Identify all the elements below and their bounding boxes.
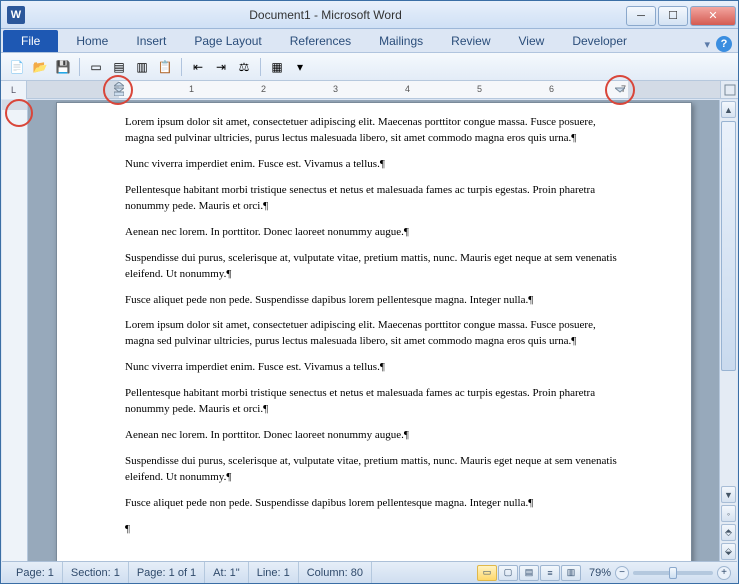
paragraph[interactable]: Pellentesque habitant morbi tristique se… bbox=[125, 386, 623, 418]
scroll-thumb[interactable] bbox=[721, 121, 736, 371]
status-column[interactable]: Column: 80 bbox=[299, 562, 372, 583]
tab-page-layout[interactable]: Page Layout bbox=[180, 30, 275, 52]
page[interactable]: Lorem ipsum dolor sit amet, consectetuer… bbox=[56, 102, 692, 561]
zoom-control: 79% − + bbox=[589, 566, 731, 580]
indent-marker-right[interactable] bbox=[615, 82, 625, 96]
app-window: W Document1 - Microsoft Word ─ ☐ ✕ File … bbox=[0, 0, 739, 584]
ribbon-tabs: File Home Insert Page Layout References … bbox=[1, 29, 738, 53]
ruler-right-margin bbox=[628, 81, 720, 98]
zoom-out-button[interactable]: − bbox=[615, 566, 629, 580]
document-viewport[interactable]: Lorem ipsum dolor sit amet, consectetuer… bbox=[28, 100, 719, 561]
tab-mailings[interactable]: Mailings bbox=[365, 30, 437, 52]
new-doc-icon[interactable]: 📄 bbox=[7, 57, 27, 77]
window-title: Document1 - Microsoft Word bbox=[25, 8, 626, 22]
quick-access-toolbar: 📄 📂 💾 ▭ ▤ ▥ 📋 ⇤ ⇥ ⚖ ▦ ▾ bbox=[1, 53, 738, 81]
paragraph[interactable]: Fusce aliquet pede non pede. Suspendisse… bbox=[125, 293, 623, 309]
view-buttons: ▭ ▢ ▤ ≡ ▥ bbox=[477, 565, 581, 581]
view-draft-icon[interactable]: ▥ bbox=[561, 565, 581, 581]
table-icon[interactable]: ▦ bbox=[267, 57, 287, 77]
horizontal-ruler[interactable]: 1 2 3 4 5 6 7 bbox=[27, 81, 720, 98]
ruler-number: 1 bbox=[189, 84, 194, 94]
stack-icon[interactable]: ▥ bbox=[132, 57, 152, 77]
help-icon[interactable]: ? bbox=[716, 36, 732, 52]
scroll-track[interactable] bbox=[720, 119, 737, 485]
ruler-row: L 1 2 3 4 5 6 7 bbox=[1, 81, 738, 99]
ribbon-collapse-icon[interactable]: ▾ bbox=[704, 38, 710, 51]
paragraph[interactable]: Lorem ipsum dolor sit amet, consectetuer… bbox=[125, 115, 623, 147]
status-page[interactable]: Page: 1 bbox=[8, 562, 63, 583]
zoom-in-button[interactable]: + bbox=[717, 566, 731, 580]
statusbar: Page: 1 Section: 1 Page: 1 of 1 At: 1" L… bbox=[2, 561, 737, 583]
tab-review[interactable]: Review bbox=[437, 30, 504, 52]
paragraph[interactable]: Nunc viverra imperdiet enim. Fusce est. … bbox=[125, 360, 623, 376]
zoom-slider-knob[interactable] bbox=[669, 567, 677, 579]
maximize-button[interactable]: ☐ bbox=[658, 6, 688, 26]
tab-insert[interactable]: Insert bbox=[122, 30, 180, 52]
dropdown-icon[interactable]: ▾ bbox=[290, 57, 310, 77]
zoom-level[interactable]: 79% bbox=[589, 567, 611, 579]
paragraph[interactable]: ¶ bbox=[125, 522, 623, 538]
minimize-button[interactable]: ─ bbox=[626, 6, 656, 26]
paragraph[interactable]: Aenean nec lorem. In porttitor. Donec la… bbox=[125, 225, 623, 241]
paste-icon[interactable]: 📋 bbox=[155, 57, 175, 77]
outdent-icon[interactable]: ⇤ bbox=[188, 57, 208, 77]
paragraph[interactable]: Aenean nec lorem. In porttitor. Donec la… bbox=[125, 428, 623, 444]
tab-references[interactable]: References bbox=[276, 30, 365, 52]
paragraph[interactable]: Suspendisse dui purus, scelerisque at, v… bbox=[125, 454, 623, 486]
view-web-icon[interactable]: ▤ bbox=[519, 565, 539, 581]
paragraph[interactable]: Lorem ipsum dolor sit amet, consectetuer… bbox=[125, 318, 623, 350]
save-icon[interactable]: 💾 bbox=[53, 57, 73, 77]
word-app-icon: W bbox=[7, 6, 25, 24]
indent-marker-left[interactable] bbox=[114, 82, 124, 96]
indent-icon[interactable]: ⇥ bbox=[211, 57, 231, 77]
status-at[interactable]: At: 1" bbox=[205, 562, 249, 583]
status-line[interactable]: Line: 1 bbox=[249, 562, 299, 583]
status-section[interactable]: Section: 1 bbox=[63, 562, 129, 583]
tab-file[interactable]: File bbox=[3, 30, 58, 52]
form-icon[interactable]: ▤ bbox=[109, 57, 129, 77]
tab-home[interactable]: Home bbox=[62, 30, 122, 52]
toolbar-separator bbox=[181, 58, 182, 76]
ruler-number: 3 bbox=[333, 84, 338, 94]
ruler-number: 2 bbox=[261, 84, 266, 94]
toolbar-separator bbox=[79, 58, 80, 76]
main-area: Lorem ipsum dolor sit amet, consectetuer… bbox=[2, 100, 737, 561]
browse-object-icon[interactable]: ◦ bbox=[721, 505, 736, 522]
paragraph[interactable]: Fusce aliquet pede non pede. Suspendisse… bbox=[125, 496, 623, 512]
tab-view[interactable]: View bbox=[505, 30, 559, 52]
paragraph[interactable]: Pellentesque habitant morbi tristique se… bbox=[125, 183, 623, 215]
view-outline-icon[interactable]: ≡ bbox=[540, 565, 560, 581]
close-button[interactable]: ✕ bbox=[690, 6, 736, 26]
prev-page-icon[interactable]: ⬘ bbox=[721, 524, 736, 541]
zoom-slider[interactable] bbox=[633, 571, 713, 575]
toolbar-separator bbox=[260, 58, 261, 76]
paragraph[interactable]: Suspendisse dui purus, scelerisque at, v… bbox=[125, 251, 623, 283]
select-icon[interactable]: ▭ bbox=[86, 57, 106, 77]
next-page-icon[interactable]: ⬙ bbox=[721, 543, 736, 560]
vertical-scrollbar[interactable]: ▲ ▼ ◦ ⬘ ⬙ bbox=[719, 100, 737, 561]
view-print-layout-icon[interactable]: ▭ bbox=[477, 565, 497, 581]
ruler-number: 4 bbox=[405, 84, 410, 94]
titlebar: W Document1 - Microsoft Word ─ ☐ ✕ bbox=[1, 1, 738, 29]
tab-selector[interactable]: L bbox=[1, 81, 27, 99]
open-icon[interactable]: 📂 bbox=[30, 57, 50, 77]
vertical-ruler[interactable] bbox=[2, 100, 28, 561]
ruler-left-margin bbox=[27, 81, 119, 98]
window-controls: ─ ☐ ✕ bbox=[626, 4, 738, 26]
balance-icon[interactable]: ⚖ bbox=[234, 57, 254, 77]
view-fullscreen-icon[interactable]: ▢ bbox=[498, 565, 518, 581]
status-page-of[interactable]: Page: 1 of 1 bbox=[129, 562, 205, 583]
tab-developer[interactable]: Developer bbox=[558, 30, 641, 52]
ruler-options-icon[interactable] bbox=[720, 81, 738, 98]
vruler-top-margin bbox=[2, 100, 27, 110]
scroll-down-icon[interactable]: ▼ bbox=[721, 486, 736, 503]
scroll-up-icon[interactable]: ▲ bbox=[721, 101, 736, 118]
paragraph[interactable]: Nunc viverra imperdiet enim. Fusce est. … bbox=[125, 157, 623, 173]
ruler-number: 5 bbox=[477, 84, 482, 94]
ruler-number: 6 bbox=[549, 84, 554, 94]
